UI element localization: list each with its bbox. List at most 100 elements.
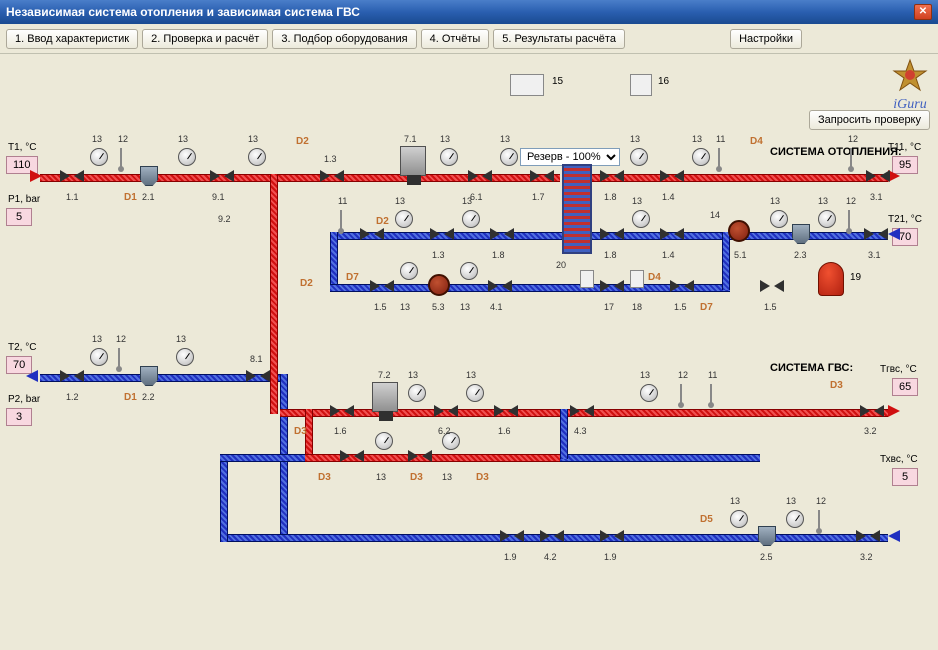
p1-value[interactable]: 5 <box>6 208 32 226</box>
c-13-a: 13 <box>92 134 102 144</box>
t21-label: T21, °C <box>888 214 922 225</box>
c-1-6a: 1.6 <box>334 426 347 436</box>
c-13-t: 13 <box>376 472 386 482</box>
p2-value[interactable]: 3 <box>6 408 32 426</box>
g-d4a: D4 <box>750 136 763 147</box>
window-title: Независимая система отопления и зависима… <box>6 5 360 19</box>
logo: iGuru <box>892 58 928 113</box>
gauge-13-n <box>460 262 478 280</box>
c-1-3b: 1.3 <box>432 250 445 260</box>
c-7-2: 7.2 <box>378 370 391 380</box>
pipe-v-blue-3 <box>722 232 730 290</box>
arrow-out-thws <box>888 405 900 417</box>
c-9-1: 9.1 <box>212 192 225 202</box>
c-13-n: 13 <box>460 302 470 312</box>
valve-1-8a <box>600 166 624 186</box>
t1-label: T1, °C <box>8 142 36 153</box>
expansion-tank <box>818 262 844 296</box>
valve-17 <box>600 276 624 296</box>
request-check-button[interactable]: Запросить проверку <box>809 110 930 130</box>
pipe-v-blue-2 <box>330 232 338 288</box>
c-1-9a: 1.9 <box>504 552 517 562</box>
g-d3c: D3 <box>410 472 423 483</box>
c-2-2: 2.2 <box>142 392 155 402</box>
pipe-v-blue-4 <box>220 454 228 542</box>
thws-label: Тгвс, °C <box>880 364 917 375</box>
g-d3d: D3 <box>476 472 489 483</box>
therm-12-b <box>850 148 852 170</box>
gauge-13-j <box>632 210 650 228</box>
tab-reports[interactable]: 4. Отчёты <box>421 29 490 49</box>
valve-1-1 <box>60 166 84 186</box>
gauge-13-f <box>630 148 648 166</box>
lbl-19: 19 <box>850 272 861 283</box>
gauge-13-b <box>178 148 196 166</box>
tab-results[interactable]: 5. Результаты расчёта <box>493 29 625 49</box>
c-1-8b: 1.8 <box>492 250 505 260</box>
gauge-13-w <box>786 510 804 528</box>
tcws-value[interactable]: 5 <box>892 468 918 486</box>
lbl-16: 16 <box>658 76 669 87</box>
gauge-13-m <box>400 262 418 280</box>
g-d2c: D2 <box>300 278 313 289</box>
c-13-b: 13 <box>178 134 188 144</box>
gauge-13-s <box>640 384 658 402</box>
c-1-7: 1.7 <box>532 192 545 202</box>
c-13-g: 13 <box>692 134 702 144</box>
t2-label: T2, °C <box>8 342 36 353</box>
c-12-c: 12 <box>846 196 856 206</box>
valve-1-8b <box>490 224 514 244</box>
gauge-13-g <box>692 148 710 166</box>
c-1-6b: 1.6 <box>498 426 511 436</box>
c-3-2b: 3.2 <box>860 552 873 562</box>
c-20: 20 <box>556 260 566 270</box>
c-13-k: 13 <box>770 196 780 206</box>
g-d7a: D7 <box>346 272 359 283</box>
tab-check-calc[interactable]: 2. Проверка и расчёт <box>142 29 268 49</box>
titlebar: Независимая система отопления и зависима… <box>0 0 938 24</box>
c-13-j: 13 <box>632 196 642 206</box>
close-icon[interactable]: ✕ <box>914 4 932 20</box>
gauge-13-h <box>395 210 413 228</box>
c-1-2: 1.2 <box>66 392 79 402</box>
c-7-1: 7.1 <box>404 134 417 144</box>
g-d5: D5 <box>700 514 713 525</box>
valve-1-9b <box>600 526 624 546</box>
c-13-u: 13 <box>442 472 452 482</box>
gauge-13-k <box>770 210 788 228</box>
c-13-c: 13 <box>248 134 258 144</box>
settings-button[interactable]: Настройки <box>730 29 802 49</box>
gauge-13-e <box>500 148 518 166</box>
valve-1-6b <box>494 401 518 421</box>
valve-d3-b <box>408 446 432 466</box>
g-d4b: D4 <box>648 272 661 283</box>
p2-label: P2, bar <box>8 394 40 405</box>
c-13-v: 13 <box>730 496 740 506</box>
c-8-1: 8.1 <box>250 354 263 364</box>
thws-value[interactable]: 65 <box>892 378 918 396</box>
lbl-15: 15 <box>552 76 563 87</box>
c-5-1: 5.1 <box>734 250 747 260</box>
arrow-out-t2 <box>26 370 38 382</box>
c-1-1: 1.1 <box>66 192 79 202</box>
c-2-1: 2.1 <box>142 192 155 202</box>
valve-4-1 <box>488 276 512 296</box>
filter-2-5 <box>758 526 776 546</box>
hws-section-label: СИСТЕМА ГВС: <box>770 362 853 374</box>
pipe-v-blue-5 <box>560 409 568 459</box>
valve-d2-a <box>360 224 384 244</box>
valve-1-3 <box>320 166 344 186</box>
valve-4-3 <box>570 401 594 421</box>
valve-3-2a <box>860 401 884 421</box>
tcws-label: Тхвс, °C <box>880 454 918 465</box>
tab-equipment[interactable]: 3. Подбор оборудования <box>272 29 416 49</box>
actuator-7-1 <box>400 146 426 176</box>
c-11-b: 11 <box>338 196 347 206</box>
tab-input-characteristics[interactable]: 1. Ввод характеристик <box>6 29 138 49</box>
c-12-e: 12 <box>678 370 688 380</box>
gauge-13-p <box>176 348 194 366</box>
c-13-m: 13 <box>400 302 410 312</box>
valve-8-1 <box>246 366 270 386</box>
c-1-4b: 1.4 <box>662 250 675 260</box>
c-3-1b: 3.1 <box>868 250 881 260</box>
